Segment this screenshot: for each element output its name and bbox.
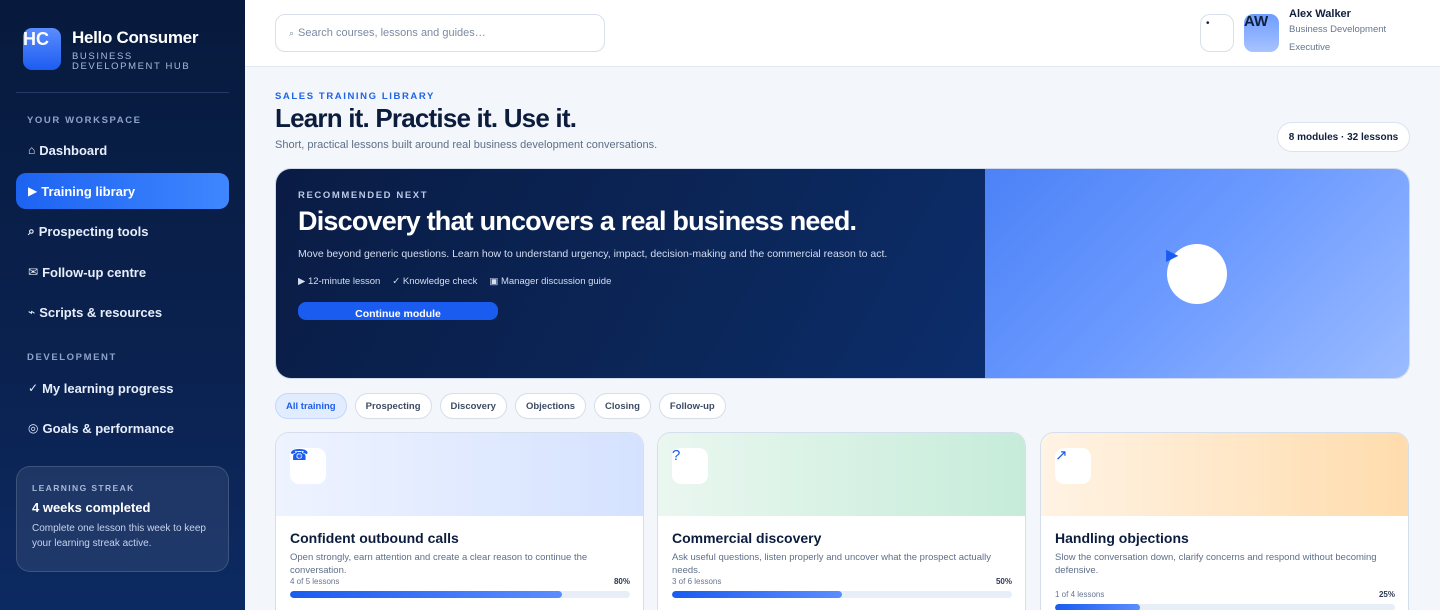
trend-up-icon: ↗ — [1055, 448, 1091, 484]
filter-follow-up[interactable]: Follow-up — [658, 393, 726, 419]
filter-chips: All training Prospecting Discovery Objec… — [275, 393, 734, 419]
sidebar-item-training-library[interactable]: ▶ Training library — [16, 173, 229, 209]
lessons-count: 4 of 5 lessons — [290, 577, 340, 586]
search-placeholder: Search courses, lessons and guides… — [298, 27, 486, 39]
streak-title: 4 weeks completed — [32, 500, 151, 515]
home-icon: ⌂ — [28, 143, 36, 157]
sidebar-item-dashboard[interactable]: ⌂ Dashboard — [16, 132, 229, 168]
filter-prospecting[interactable]: Prospecting — [354, 393, 432, 419]
card-meta: 4 of 5 lessons 80% — [290, 577, 630, 586]
play-icon: ▶ — [1166, 247, 1179, 264]
brand-subtitle: BUSINESS DEVELOPMENT HUB — [72, 51, 191, 72]
page-title: Learn it. Practise it. Use it. — [275, 103, 577, 133]
brand-logo: HC — [23, 28, 61, 70]
hero-kicker: RECOMMENDED NEXT — [298, 190, 429, 201]
brand-title: Hello Consumer — [72, 28, 199, 47]
learning-streak-card: LEARNING STREAK 4 weeks completed Comple… — [16, 466, 229, 572]
user-info[interactable]: Alex Walker Business Development Executi… — [1289, 8, 1399, 57]
sidebar-item-label: Goals & performance — [42, 420, 174, 436]
page-subtitle: Short, practical lessons built around re… — [275, 139, 658, 151]
progress-bar — [1055, 604, 1395, 610]
sidebar-item-label: My learning progress — [42, 380, 174, 396]
progress-bar — [290, 591, 630, 598]
card-banner — [276, 433, 643, 516]
feature-knowledge-check: ✓ Knowledge check — [392, 276, 478, 287]
page-eyebrow: SALES TRAINING LIBRARY — [275, 91, 435, 102]
user-name: Alex Walker — [1289, 8, 1351, 20]
recommended-hero: RECOMMENDED NEXT Discovery that uncovers… — [275, 168, 1410, 379]
sidebar-item-label: Scripts & resources — [39, 304, 163, 320]
progress-percent: 50% — [995, 577, 1012, 586]
progress-fill — [672, 591, 842, 598]
sidebar-item-goals-performance[interactable]: ◎ Goals & performance — [16, 410, 229, 446]
streak-description: Complete one lesson this week to keep yo… — [32, 523, 206, 549]
search-icon: ⌕ — [28, 223, 35, 238]
card-title: Confident outbound calls — [290, 530, 459, 546]
lessons-count: 3 of 6 lessons — [672, 577, 722, 586]
phone-icon: ☎ — [290, 448, 326, 484]
streak-kicker: LEARNING STREAK — [32, 483, 135, 493]
progress-fill — [1055, 604, 1140, 610]
brand[interactable]: HC Hello Consumer BUSINESS DEVELOPMENT H… — [23, 28, 222, 72]
search-input[interactable]: ⌕ Search courses, lessons and guides… — [275, 14, 605, 52]
sidebar-item-prospecting-tools[interactable]: ⌕ Prospecting tools — [16, 213, 229, 249]
bell-icon: • — [1206, 18, 1210, 29]
sidebar-item-label: Prospecting tools — [38, 223, 149, 239]
sidebar-divider — [16, 92, 229, 93]
modules-count-badge: 8 modules · 32 lessons — [1277, 122, 1410, 152]
hero-features: ▶ 12-minute lesson ✓ Knowledge check ▣ M… — [298, 276, 623, 287]
continue-module-button[interactable]: Continue module — [298, 302, 498, 320]
topbar: ⌕ Search courses, lessons and guides… • … — [245, 0, 1440, 67]
card-title: Commercial discovery — [672, 530, 822, 546]
target-icon: ◎ — [28, 421, 39, 435]
course-card[interactable]: ☎ Confident outbound calls Open strongly… — [275, 432, 644, 610]
progress-percent: 25% — [1378, 590, 1395, 599]
lessons-count: 1 of 4 lessons — [1055, 590, 1105, 599]
sidebar-item-label: Dashboard — [39, 142, 108, 158]
feature-manager-guide: ▣ Manager discussion guide — [489, 276, 612, 287]
card-description: Open strongly, earn attention and create… — [290, 552, 588, 576]
hero-title: Discovery that uncovers a real business … — [298, 206, 857, 236]
avatar[interactable]: AW — [1244, 14, 1279, 52]
search-icon: ⌕ — [289, 27, 295, 38]
filter-closing[interactable]: Closing — [594, 393, 651, 419]
sidebar-item-scripts-resources[interactable]: ⌁ Scripts & resources — [16, 294, 229, 330]
play-icon: ▶ — [28, 184, 38, 198]
sidebar-item-label: Training library — [41, 183, 136, 199]
nav-heading-workspace: YOUR WORKSPACE — [27, 115, 142, 126]
card-description: Slow the conversation down, clarify conc… — [1055, 552, 1377, 576]
question-icon: ? — [672, 448, 708, 484]
card-meta: 3 of 6 lessons 50% — [672, 577, 1012, 586]
progress-bar — [672, 591, 1012, 598]
user-role: Business Development Executive — [1289, 24, 1387, 53]
card-title: Handling objections — [1055, 530, 1189, 546]
sidebar-item-label: Follow-up centre — [42, 264, 147, 280]
card-banner — [658, 433, 1025, 516]
hero-media: ▶ — [985, 169, 1409, 378]
filter-all-training[interactable]: All training — [275, 393, 347, 419]
check-icon: ✓ — [28, 381, 39, 395]
card-meta: 1 of 4 lessons 25% — [1055, 590, 1395, 599]
sidebar: HC Hello Consumer BUSINESS DEVELOPMENT H… — [0, 0, 245, 610]
feature-lesson-length: ▶ 12-minute lesson — [298, 276, 381, 287]
progress-fill — [290, 591, 562, 598]
course-card[interactable]: ↗ Handling objections Slow the conversat… — [1040, 432, 1409, 610]
filter-objections[interactable]: Objections — [514, 393, 587, 419]
sidebar-item-follow-up-centre[interactable]: ✉ Follow-up centre — [16, 254, 229, 290]
card-description: Ask useful questions, listen properly an… — [672, 552, 991, 576]
course-card[interactable]: ? Commercial discovery Ask useful questi… — [657, 432, 1026, 610]
card-banner — [1041, 433, 1408, 516]
nav-heading-development: DEVELOPMENT — [27, 352, 117, 363]
progress-percent: 80% — [613, 577, 630, 586]
notification-button[interactable]: • — [1200, 14, 1234, 52]
sidebar-item-my-learning-progress[interactable]: ✓ My learning progress — [16, 370, 229, 406]
mail-icon: ✉ — [28, 265, 39, 279]
hero-description: Move beyond generic questions. Learn how… — [298, 248, 888, 260]
hero-content: RECOMMENDED NEXT Discovery that uncovers… — [276, 169, 985, 378]
link-icon: ⌁ — [28, 305, 36, 319]
filter-discovery[interactable]: Discovery — [439, 393, 507, 419]
